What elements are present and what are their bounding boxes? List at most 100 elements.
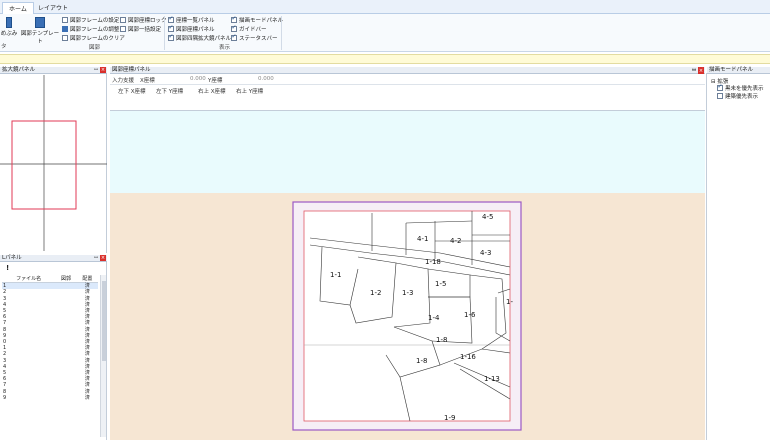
close-icon[interactable]: × bbox=[100, 67, 106, 73]
batch-setting-item[interactable]: 図郭一括設定 bbox=[120, 25, 161, 33]
frame-settings-label: 図郭フレームの設定 bbox=[70, 18, 120, 24]
parcel-label: 1-8 bbox=[416, 357, 427, 365]
y-coord-value[interactable]: 0.000 bbox=[258, 76, 274, 82]
coord-panel-title: 図郭座標パネル ꟷ × bbox=[110, 67, 705, 74]
coord-lock-item[interactable]: 図郭座標ロック bbox=[120, 16, 167, 24]
file-panel-title: Lパネル ꟷ × bbox=[0, 255, 107, 262]
table-row[interactable]: 9済 bbox=[2, 395, 98, 401]
option-black-priority-label: 黒未を優先表示 bbox=[725, 86, 764, 92]
magnify-panel-label: 図郭四隅拡大鏡パネル bbox=[176, 36, 232, 42]
parcel-label: 1-8 bbox=[436, 336, 447, 344]
frame-adjust-icon bbox=[62, 26, 68, 32]
option-building-priority[interactable]: 建築優先表示 bbox=[717, 92, 758, 100]
magnify-panel-title-text: 拡大鏡パネル bbox=[2, 67, 36, 73]
file-list-scrollbar[interactable] bbox=[100, 275, 106, 437]
coord-panel-label: 図郭座標パネル bbox=[176, 27, 215, 33]
corner-bl-x: 左下 X座標 bbox=[118, 89, 146, 95]
template-label: 図郭テンプレート bbox=[20, 31, 60, 45]
coord-panel-toggle[interactable]: 図郭座標パネル bbox=[168, 24, 215, 33]
status-bar-checkbox[interactable] bbox=[231, 33, 237, 41]
template-icon bbox=[35, 17, 45, 28]
table-row[interactable]: 1済 bbox=[2, 282, 98, 290]
frame-adjust-item[interactable]: 図郭フレームの調整 bbox=[62, 25, 119, 33]
x-coord-label: X座標 bbox=[140, 78, 155, 84]
canvas-close-icon[interactable]: × bbox=[698, 67, 704, 74]
guide-bar bbox=[0, 54, 770, 64]
parcel-label: 4-5 bbox=[482, 213, 493, 221]
frame-clear-checkbox[interactable] bbox=[62, 35, 68, 41]
option-building-priority-checkbox[interactable] bbox=[717, 93, 723, 99]
divider bbox=[110, 84, 705, 85]
frame-clear-label: 図郭フレームのクリア bbox=[70, 36, 125, 42]
coord-panel-title-text: 図郭座標パネル bbox=[112, 67, 151, 73]
pin-icon[interactable]: ꟷ bbox=[93, 255, 99, 261]
canvas-pin-icon[interactable]: ꟷ bbox=[692, 67, 696, 74]
file-panel: Lパネル ꟷ × ! ファイル名 図郭 配置 1済2済3済4済5済6済7済8済9… bbox=[0, 255, 107, 440]
coord-panel: 図郭座標パネル ꟷ × 入力支援 X座標 0.000 Y座標 0.000 左下 … bbox=[110, 67, 705, 111]
magnify-panel-title: 拡大鏡パネル ꟷ × bbox=[0, 67, 107, 74]
option-building-priority-label: 建築優先表示 bbox=[725, 94, 759, 100]
placed-cell: 済 bbox=[84, 394, 90, 401]
col-filename[interactable]: ファイル名 bbox=[2, 276, 56, 284]
draw-mode-panel-toggle[interactable]: 描画モードパネル bbox=[231, 15, 284, 24]
parcel-label: 1-2 bbox=[370, 289, 381, 297]
status-bar-label: ステータスバー bbox=[239, 36, 278, 42]
frame-adjust-label: 図郭フレームの調整 bbox=[70, 27, 120, 33]
close-icon[interactable]: × bbox=[100, 255, 106, 261]
tree-toggle-icon[interactable]: ⊟ bbox=[711, 79, 716, 85]
drawing-canvas[interactable]: 4-5 4-1 4-2 4-3 1-18 1-1 1-2 1-3 1-5 1-4 1-6 1-8 1-8… bbox=[110, 193, 705, 440]
coord-list-panel-toggle[interactable]: 座標一覧パネル bbox=[168, 15, 215, 24]
draw-mode-panel-label: 描画モードパネル bbox=[239, 18, 284, 24]
guide-bar-toggle[interactable]: ガイドバー bbox=[231, 24, 267, 33]
parcel-label: 1-6 bbox=[464, 311, 476, 319]
magnify-panel-checkbox[interactable] bbox=[168, 33, 174, 41]
magnify-panel-toggle[interactable]: 図郭四隅拡大鏡パネル bbox=[168, 33, 232, 42]
file-table: ファイル名 図郭 配置 1済2済3済4済5済6済7済8済9済0済1済2済3済4済… bbox=[2, 276, 98, 401]
corner-tr-y: 右上 Y座標 bbox=[236, 89, 264, 95]
map-drawing: 4-5 4-1 4-2 4-3 1-18 1-1 1-2 1-3 1-5 1-4 1-6 1-8 1-8… bbox=[292, 201, 522, 431]
input-assist-label: 入力支援 bbox=[112, 78, 135, 84]
status-bar-toggle[interactable]: ステータスバー bbox=[231, 33, 278, 42]
coord-lock-label: 図郭座標ロック bbox=[128, 18, 167, 24]
file-panel-title-text: Lパネル bbox=[2, 255, 22, 261]
col-placed[interactable]: 配置 bbox=[76, 276, 98, 284]
option-black-priority-checkbox[interactable] bbox=[717, 83, 723, 91]
import-label: めぶみ bbox=[0, 31, 18, 37]
ribbon-separator bbox=[164, 16, 165, 50]
import-button[interactable]: めぶみ bbox=[0, 17, 18, 37]
parcel-label: 1-13 bbox=[484, 375, 500, 383]
parcel-label: 1-16 bbox=[460, 353, 476, 361]
draw-mode-panel-checkbox[interactable] bbox=[231, 15, 237, 23]
coord-list-checkbox[interactable] bbox=[168, 15, 174, 23]
magnify-panel: 拡大鏡パネル ꟷ × bbox=[0, 67, 107, 253]
scroll-thumb[interactable] bbox=[102, 281, 106, 361]
parcel-label: 1-5 bbox=[435, 280, 446, 288]
frame-settings-item[interactable]: 図郭フレームの設定 bbox=[62, 16, 119, 24]
frame-cell bbox=[55, 395, 76, 401]
parcel-label: 4-2 bbox=[450, 237, 461, 245]
y-coord-label: Y座標 bbox=[208, 78, 223, 84]
display-group-label: 表示 bbox=[219, 45, 231, 51]
option-black-priority[interactable]: 黒未を優先表示 bbox=[717, 83, 764, 92]
parcel-label: 1- bbox=[506, 298, 513, 306]
frame-settings-checkbox[interactable] bbox=[62, 17, 68, 23]
batch-setting-icon bbox=[120, 26, 126, 32]
template-button[interactable]: 図郭テンプレート bbox=[20, 17, 60, 45]
draw-mode-panel-title-text: 描画モードパネル bbox=[709, 67, 754, 73]
batch-setting-label: 図郭一括設定 bbox=[128, 27, 162, 33]
ribbon-tabs: ホーム レイアウト bbox=[0, 0, 770, 14]
frame-clear-item[interactable]: 図郭フレームのクリア bbox=[62, 34, 125, 42]
parcel-label: 1-1 bbox=[330, 271, 341, 279]
col-frame[interactable]: 図郭 bbox=[55, 276, 77, 284]
tab-layout[interactable]: レイアウト bbox=[32, 2, 74, 14]
coord-panel-checkbox[interactable] bbox=[168, 24, 174, 32]
file-name-cell: 9 bbox=[3, 394, 7, 401]
x-coord-value[interactable]: 0.000 bbox=[190, 76, 206, 82]
canvas-upper-area[interactable] bbox=[110, 111, 705, 193]
warning-icon[interactable]: ! bbox=[6, 264, 9, 272]
file-table-header: ファイル名 図郭 配置 bbox=[2, 276, 98, 284]
left-group-label: タ bbox=[1, 44, 7, 50]
guide-bar-checkbox[interactable] bbox=[231, 24, 237, 32]
pin-icon[interactable]: ꟷ bbox=[93, 67, 99, 73]
tab-home[interactable]: ホーム bbox=[2, 2, 34, 14]
